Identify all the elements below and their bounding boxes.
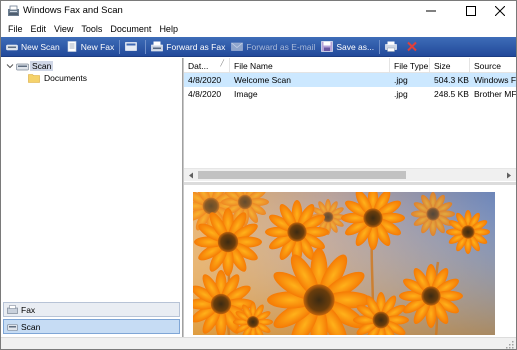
folder-pane: Scan Documents Fax Scan [2,58,183,343]
column-header-file-type[interactable]: File Type [390,58,430,73]
fax-scan-app-icon [8,5,19,16]
title-bar: Windows Fax and Scan [1,1,516,21]
resize-grip-icon[interactable] [505,340,514,349]
cell-size: 504.3 KB [434,75,469,85]
forward-as-fax-button[interactable]: Forward as Fax [148,38,228,56]
preview-pane [184,185,516,335]
menu-tools[interactable]: Tools [77,24,106,34]
table-row[interactable]: 4/8/2020 Image .jpg 248.5 KB Brother MFC [184,87,516,101]
sort-indicator-icon: ╱ [220,61,224,67]
save-as-button[interactable]: Save as... [318,38,377,56]
column-header-label: File Type [394,60,429,71]
cell-file-name: Welcome Scan [234,75,292,85]
scroll-thumb[interactable] [198,171,406,179]
print-button[interactable] [382,38,403,56]
cell-file-name: Image [234,89,258,99]
forward-as-fax-label: Forward as Fax [166,41,226,52]
collapse-arrow-icon[interactable] [6,62,14,70]
scroll-left-button[interactable] [184,169,197,182]
nav-scan-button[interactable]: Scan [3,319,180,334]
toolbar-separator [379,39,381,54]
view-toggle-button[interactable] [122,38,143,56]
menu-help[interactable]: Help [155,24,182,34]
new-document-icon [67,41,77,52]
tree-item-label: Scan [30,60,54,71]
menu-bar: File Edit View Tools Document Help [1,21,516,37]
nav-fax-label: Fax [21,304,36,315]
fax-icon [7,305,18,314]
delete-x-icon [407,41,417,52]
nav-scan-label: Scan [21,321,41,332]
new-scan-button[interactable]: New Scan [3,38,63,56]
tree-item-label: Documents [44,72,87,83]
menu-document[interactable]: Document [106,24,155,34]
folder-tree: Scan Documents [2,58,182,300]
save-as-label: Save as... [336,41,375,52]
column-header-label: Source [474,60,501,71]
scroll-right-button[interactable] [502,169,515,182]
delete-button[interactable] [403,38,424,56]
status-bar [1,337,516,349]
app-window: Windows Fax and Scan File Edit View Tool… [0,0,517,350]
scanner-icon [16,63,29,70]
table-row[interactable]: 4/8/2020 Welcome Scan .jpg 504.3 KB Wind… [184,73,516,87]
window-title: Windows Fax and Scan [23,5,123,16]
list-header: Dat... ╱ File Name File Type Size Source [184,58,516,73]
menu-edit[interactable]: Edit [27,24,51,34]
new-fax-button[interactable]: New Fax [63,38,118,56]
minimize-icon [426,10,436,12]
new-fax-label: New Fax [80,41,115,52]
column-header-file-name[interactable]: File Name [230,58,390,73]
fax-icon [151,41,164,52]
cell-size: 248.5 KB [434,89,469,99]
column-header-label: File Name [234,60,273,71]
scroll-right-icon [506,172,511,179]
forward-as-email-label: Forward as E-mail [246,41,316,52]
close-button[interactable] [483,1,516,21]
menu-file[interactable]: File [4,24,27,34]
toolbar: New Scan New Fax Forward as Fax Forward … [1,37,516,57]
scroll-left-icon [188,172,193,179]
close-icon [495,6,505,16]
cell-file-type: .jpg [394,75,408,85]
folder-icon [28,73,40,83]
forward-as-email-button[interactable]: Forward as E-mail [228,38,318,56]
horizontal-scrollbar[interactable] [184,168,516,181]
save-icon [321,41,334,52]
preview-image [193,192,495,335]
scanner-icon [7,324,18,331]
email-icon [231,42,244,51]
column-header-source[interactable]: Source [470,58,516,73]
scanner-icon [6,44,18,51]
menu-view[interactable]: View [50,24,77,34]
cell-source: Brother MFC [474,89,516,99]
column-header-label: Dat... [188,60,209,71]
column-header-size[interactable]: Size [430,58,470,73]
cell-source: Windows Fa [474,75,516,85]
new-scan-label: New Scan [21,41,60,52]
column-header-label: Size [434,60,451,71]
toolbar-separator [145,39,147,54]
file-list: Dat... ╱ File Name File Type Size Source… [184,58,516,182]
column-header-date[interactable]: Dat... ╱ [184,58,230,73]
cell-date: 4/8/2020 [188,75,222,85]
cell-date: 4/8/2020 [188,89,222,99]
printer-icon [385,41,397,52]
tree-item-documents[interactable]: Documents [28,71,89,84]
toolbar-separator [119,39,121,54]
minimize-button[interactable] [414,1,448,21]
nav-fax-button[interactable]: Fax [3,302,180,317]
view-icon [125,42,138,51]
maximize-icon [466,6,476,16]
cell-file-type: .jpg [394,89,408,99]
